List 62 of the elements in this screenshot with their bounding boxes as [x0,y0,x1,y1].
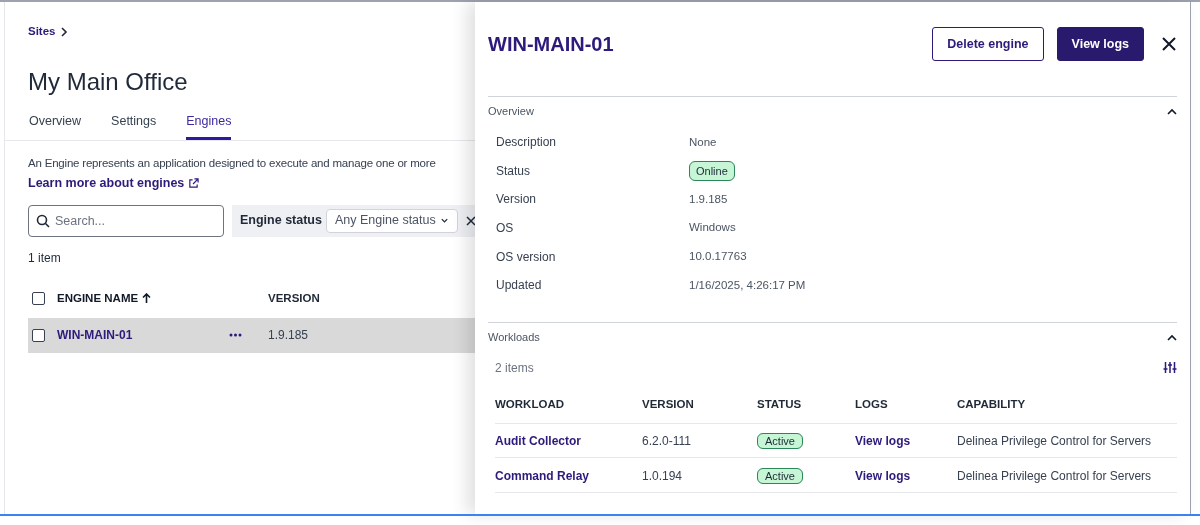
section-title: Workloads [488,329,540,345]
table-cell-text: 1.9.185 [268,327,309,345]
settings-sliders-icon[interactable] [1163,361,1177,375]
engine-name-link[interactable]: WIN-MAIN-01 [57,326,229,345]
chevron-down-icon [439,216,449,226]
table-cell: 1.0.194 [642,468,683,483]
checkbox[interactable] [32,328,45,342]
chevron-right-icon [59,27,68,37]
field-label: Status [496,162,532,180]
status-badge: Active [757,433,803,450]
field-value: 1/16/2025, 4:26:17 PM [689,277,806,293]
field-value: Windows [689,220,736,236]
status-badge: Online [689,160,735,182]
chevron-up-icon[interactable] [1167,108,1177,115]
checkbox[interactable] [32,292,45,306]
view-logs-link[interactable]: View logs [855,434,911,449]
external-link-icon [188,177,200,189]
field-label: Description [496,134,558,152]
field-label: Version [496,191,538,209]
panel-title: WIN-MAIN-01 [488,32,615,57]
column-header: WORKLOAD [495,398,564,411]
workload-link[interactable]: Audit Collector [495,434,581,449]
learn-more-link[interactable]: Learn more about engines [28,174,185,193]
delete-button[interactable]: Delete engine [932,27,1044,61]
column-header: VERSION [642,398,694,411]
close-icon[interactable] [1162,37,1176,51]
column-header: STATUS [757,398,802,411]
description-text: An Engine represents an application designed to execute and manage one or more [28,155,436,171]
sort-arrow-icon[interactable] [142,293,152,305]
field-label: OS version [496,248,557,266]
search-icon [36,213,50,228]
column-header[interactable]: VERSION [268,290,320,308]
field-value: 1.9.185 [689,191,728,207]
page-title: My Main Office [27,67,189,97]
column-header: LOGS [855,398,888,411]
close-icon[interactable] [465,215,476,226]
field-value: None [689,134,717,150]
tab[interactable]: Settings [111,110,157,140]
table-cell: Delinea Privilege Control for Servers [957,434,1152,449]
table-cell: 6.2.0-111 [642,434,691,449]
table-cell: Delinea Privilege Control for Servers [957,468,1152,483]
column-header[interactable]: ENGINE NAME [57,290,139,308]
item-count: 2 items [495,359,534,377]
column-header: CAPABILITY [957,398,1026,411]
view-logs-link[interactable]: View logs [855,468,911,483]
search-field[interactable]: Search... [28,204,224,237]
status-dropdown[interactable]: Any Engine status [325,208,458,233]
section-title: Overview [488,104,534,120]
tab[interactable]: Engines [186,110,232,140]
status-badge: Active [757,467,803,484]
view-logs-button[interactable]: View logs [1056,27,1144,61]
chevron-up-icon[interactable] [1167,333,1177,341]
more-options-icon[interactable] [229,333,242,338]
workload-link[interactable]: Command Relay [495,468,590,483]
table-row[interactable]: WIN-MAIN-01 1.9.185 [28,317,476,353]
tab[interactable]: Overview [29,110,82,140]
breadcrumb-link[interactable]: Sites [28,23,56,41]
item-count: 1 item [28,249,62,267]
field-value: 10.0.17763 [689,249,747,265]
filter-label: Engine status [240,212,322,230]
field-label: OS [496,220,515,238]
field-label: Updated [496,277,543,295]
